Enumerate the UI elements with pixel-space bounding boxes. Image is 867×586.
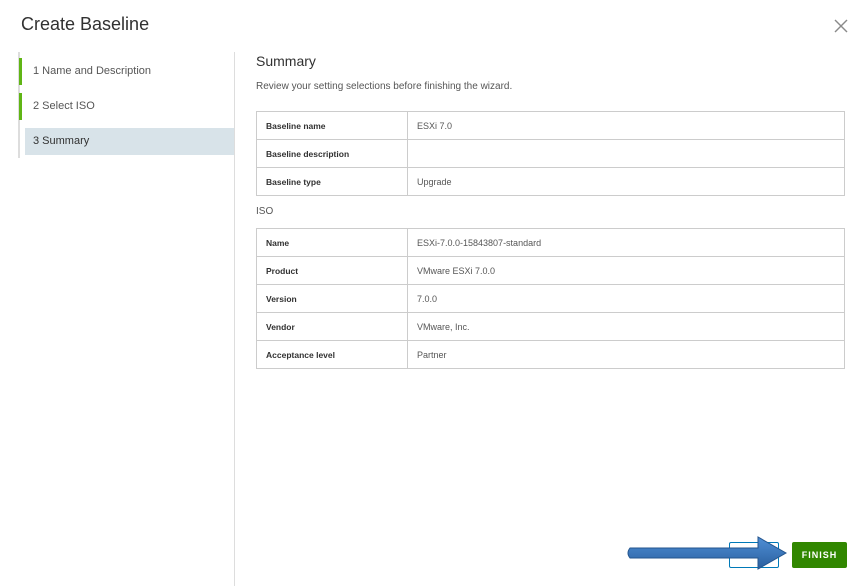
back-button[interactable]: BACK xyxy=(729,542,779,568)
row-key: Name xyxy=(256,228,408,257)
table-row: Name ESXi-7.0.0-15843807-standard xyxy=(256,228,845,257)
table-row: Baseline name ESXi 7.0 xyxy=(256,111,845,140)
baseline-summary-table: Baseline name ESXi 7.0 Baseline descript… xyxy=(256,111,845,196)
row-value: Upgrade xyxy=(407,167,845,196)
table-row: Baseline type Upgrade xyxy=(256,167,845,196)
summary-heading: Summary xyxy=(256,53,316,69)
iso-section-label: ISO xyxy=(256,206,274,217)
step-summary[interactable]: 3 Summary xyxy=(25,128,234,155)
dialog-title: Create Baseline xyxy=(21,14,150,34)
step-label: 1 Name and Description xyxy=(33,65,152,77)
row-value: VMware ESXi 7.0.0 xyxy=(407,256,845,285)
summary-subtitle: Review your setting selections before fi… xyxy=(256,81,513,92)
table-row: Version 7.0.0 xyxy=(256,284,845,313)
iso-summary-table: Name ESXi-7.0.0-15843807-standard Produc… xyxy=(256,228,845,369)
row-key: Version xyxy=(256,284,408,313)
step-name-and-description[interactable]: 1 Name and Description xyxy=(19,58,234,85)
row-value: Partner xyxy=(407,340,845,369)
row-key: Baseline name xyxy=(256,111,408,140)
step-label: 2 Select ISO xyxy=(33,100,95,112)
row-key: Baseline description xyxy=(256,139,408,168)
row-value xyxy=(407,139,845,168)
row-key: Vendor xyxy=(256,312,408,341)
table-row: Product VMware ESXi 7.0.0 xyxy=(256,256,845,285)
row-key: Baseline type xyxy=(256,167,408,196)
row-value: ESXi-7.0.0-15843807-standard xyxy=(407,228,845,257)
cancel-button[interactable]: CANCEL xyxy=(656,542,720,568)
row-value: 7.0.0 xyxy=(407,284,845,313)
step-label: 3 Summary xyxy=(33,135,90,147)
table-row: Baseline description xyxy=(256,139,845,168)
close-icon[interactable] xyxy=(832,17,850,35)
finish-button[interactable]: FINISH xyxy=(792,542,847,568)
table-row: Vendor VMware, Inc. xyxy=(256,312,845,341)
table-row: Acceptance level Partner xyxy=(256,340,845,369)
step-select-iso[interactable]: 2 Select ISO xyxy=(19,93,234,120)
row-key: Acceptance level xyxy=(256,340,408,369)
row-value: VMware, Inc. xyxy=(407,312,845,341)
row-value: ESXi 7.0 xyxy=(407,111,845,140)
create-baseline-dialog: Create Baseline 1 Name and Description 2… xyxy=(0,0,867,586)
row-key: Product xyxy=(256,256,408,285)
wizard-steps: 1 Name and Description 2 Select ISO 3 Su… xyxy=(0,52,235,586)
